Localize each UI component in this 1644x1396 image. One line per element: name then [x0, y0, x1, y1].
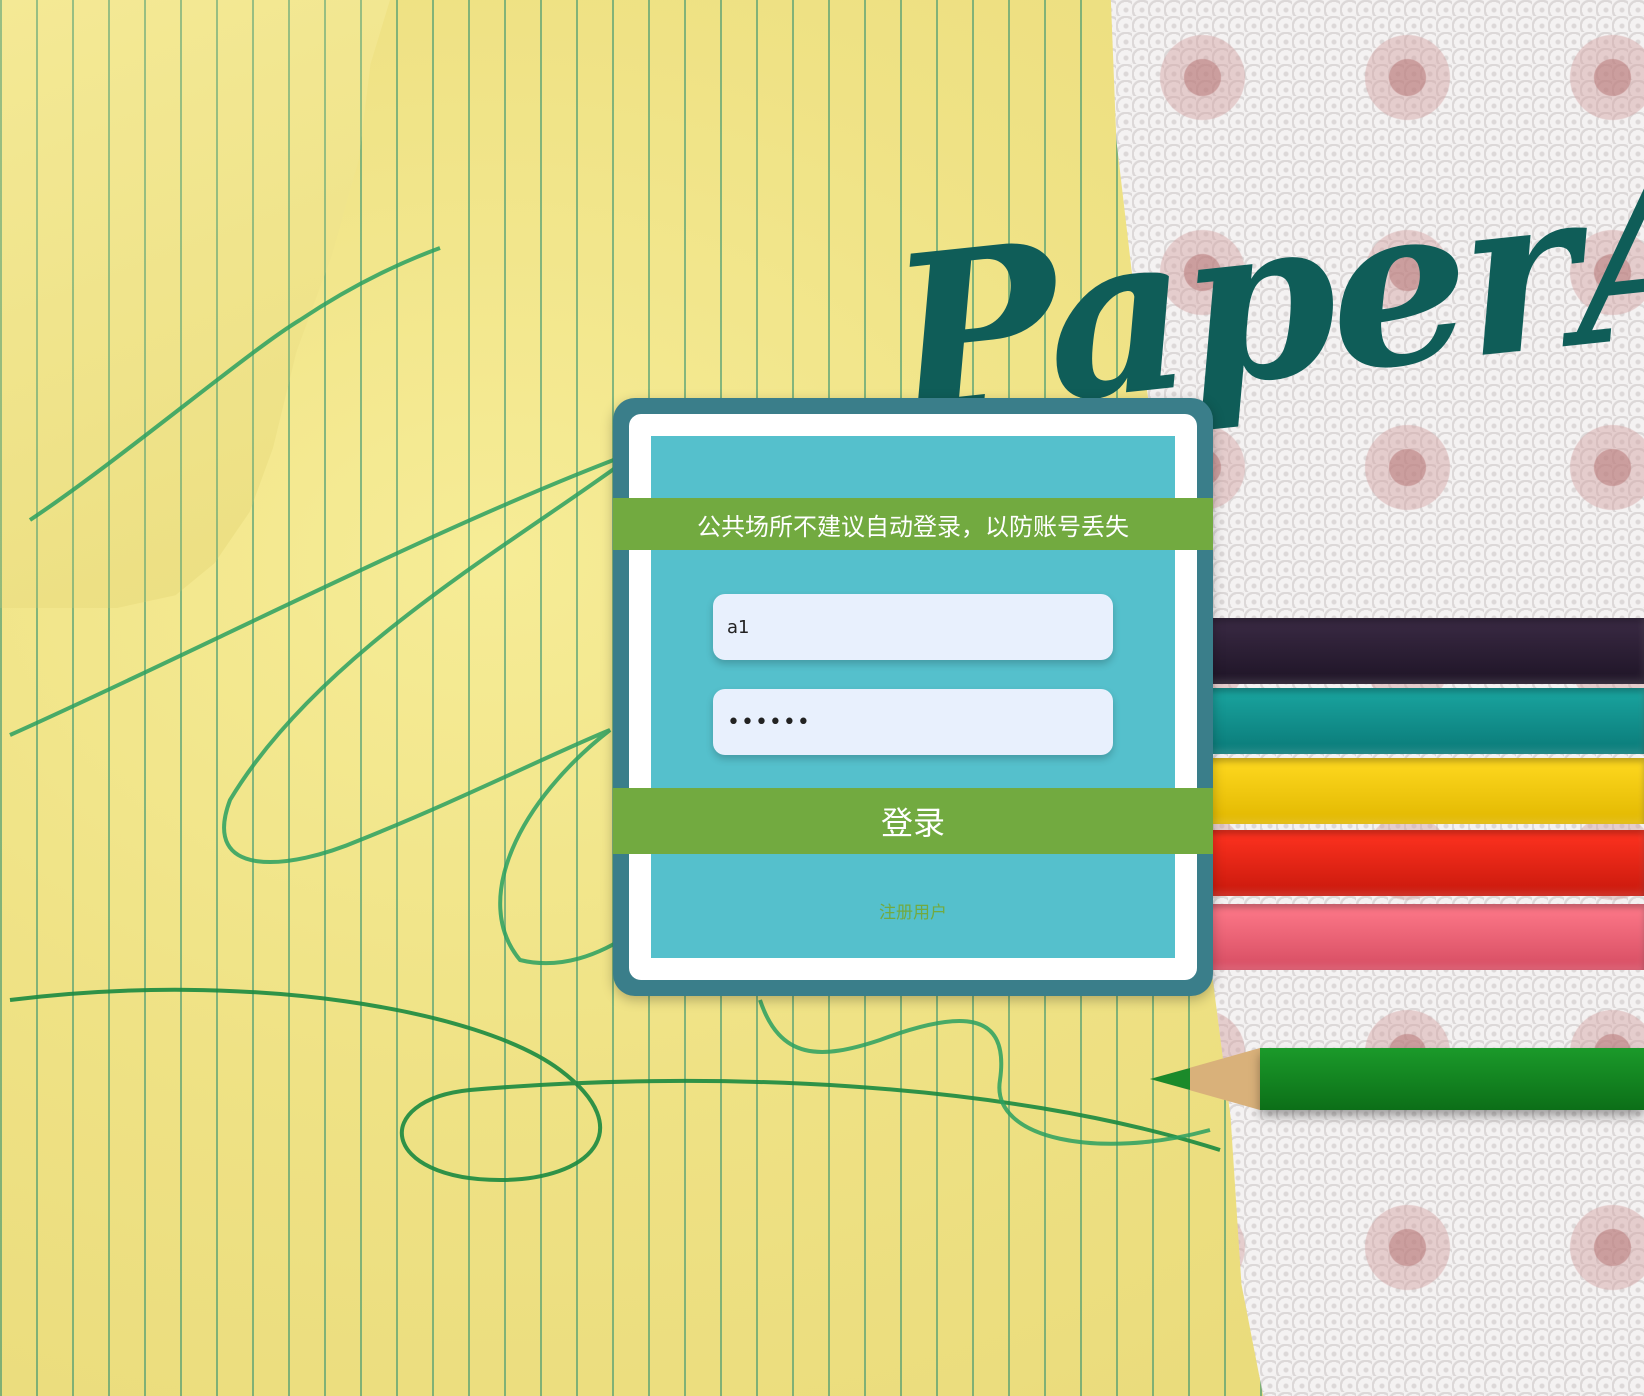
login-button[interactable]: 登录: [613, 788, 1213, 854]
dark-purple-pencil: [1150, 618, 1644, 684]
auto-login-notice-text: 公共场所不建议自动登录，以防账号丢失: [697, 512, 1129, 541]
login-panel-inner: 公共场所不建议自动登录，以防账号丢失 登录 注册用户: [613, 414, 1213, 980]
teal-pencil: [1150, 688, 1644, 754]
password-input[interactable]: [713, 689, 1113, 755]
green-pencil: [1260, 1048, 1644, 1110]
pink-pencil: [1150, 904, 1644, 970]
green-pencil-lead: [1150, 1068, 1190, 1090]
register-link[interactable]: 注册用户: [651, 898, 1175, 923]
login-page-background: PaperAr 公共场所不建议自动登录，以防账号丢失 登录 注册用户: [0, 0, 1644, 1396]
yellow-pencil: [1150, 758, 1644, 824]
login-button-label: 登录: [880, 804, 945, 842]
auto-login-notice: 公共场所不建议自动登录，以防账号丢失: [613, 498, 1213, 550]
username-input[interactable]: [713, 594, 1113, 660]
red-pencil: [1150, 830, 1644, 896]
login-panel: 公共场所不建议自动登录，以防账号丢失 登录 注册用户: [613, 398, 1213, 996]
login-form: 公共场所不建议自动登录，以防账号丢失 登录 注册用户: [613, 436, 1213, 958]
